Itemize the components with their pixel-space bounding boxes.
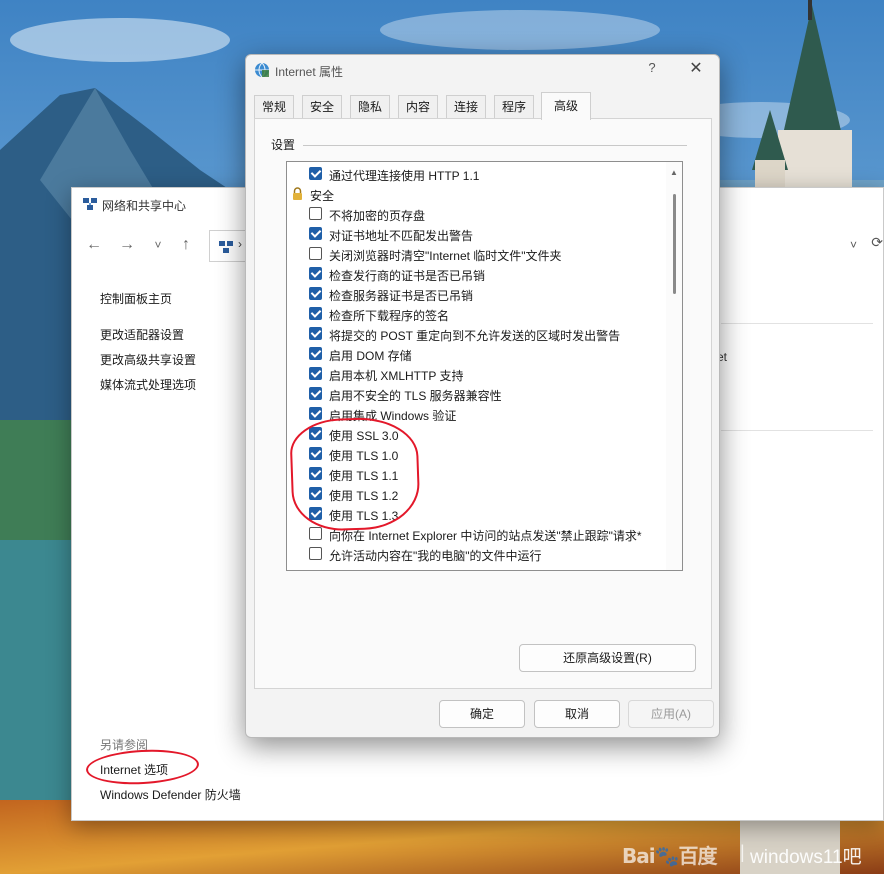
checkbox-checked[interactable]: [309, 347, 322, 360]
setting-label: 向你在 Internet Explorer 中访问的站点发送"禁止跟踪"请求*: [329, 529, 642, 543]
setting-label: 使用 TLS 1.1: [329, 469, 399, 483]
apply-button[interactable]: 应用(A): [628, 700, 714, 728]
checkbox-unchecked[interactable]: [309, 247, 322, 260]
setting-label: 安全: [310, 189, 335, 203]
tab-security[interactable]: 安全: [302, 95, 342, 119]
checkbox-checked[interactable]: [309, 227, 322, 240]
tab-privacy[interactable]: 隐私: [350, 95, 390, 119]
sidebar-link-control-panel-home[interactable]: 控制面板主页: [100, 290, 172, 307]
tab-programs[interactable]: 程序: [494, 95, 534, 119]
checkbox-checked[interactable]: [309, 507, 322, 520]
setting-label: 不将加密的页存盘: [329, 209, 426, 223]
scrollbar-thumb[interactable]: [673, 194, 676, 294]
setting-label: 使用 TLS 1.3: [329, 509, 399, 523]
close-button[interactable]: ✕: [687, 58, 705, 78]
restore-advanced-settings-button[interactable]: 还原高级设置(R): [519, 644, 696, 672]
setting-label: 使用 SSL 3.0: [329, 429, 399, 443]
tab-content[interactable]: 内容: [398, 95, 438, 119]
ok-button[interactable]: 确定: [439, 700, 525, 728]
network-icon: [219, 241, 233, 253]
checkbox-checked[interactable]: [309, 167, 322, 180]
checkbox-checked[interactable]: [309, 327, 322, 340]
checkbox-unchecked[interactable]: [309, 527, 322, 540]
window-title: 网络和共享中心: [102, 199, 187, 213]
divider: [721, 430, 873, 431]
setting-label: 通过代理连接使用 HTTP 1.1: [329, 169, 480, 183]
setting-label: 启用本机 XMLHTTP 支持: [329, 369, 464, 383]
help-button[interactable]: ?: [644, 60, 660, 75]
setting-label: 使用 TLS 1.0: [329, 449, 399, 463]
checkbox-unchecked[interactable]: [309, 547, 322, 560]
checkbox-checked[interactable]: [309, 427, 322, 440]
checkbox-checked[interactable]: [309, 307, 322, 320]
tab-general[interactable]: 常规: [254, 95, 294, 119]
watermark-site-name: windows11吧: [750, 847, 862, 868]
address-dropdown-chevron-icon[interactable]: ˅: [850, 238, 857, 252]
refresh-icon[interactable]: ⟳: [871, 234, 883, 251]
setting-label: 允许活动内容在"我的电脑"的文件中运行: [329, 549, 542, 563]
settings-scrollbar[interactable]: ▲: [666, 162, 682, 570]
setting-label: 检查发行商的证书是否已吊销: [329, 269, 486, 283]
group-divider: [303, 145, 687, 146]
setting-label: 启用不安全的 TLS 服务器兼容性: [329, 389, 502, 403]
checkbox-unchecked[interactable]: [309, 207, 322, 220]
watermark-separator: |: [740, 842, 745, 862]
checkbox-checked[interactable]: [309, 447, 322, 460]
lock-icon: [293, 187, 302, 200]
recent-locations-chevron-icon[interactable]: ˅: [148, 236, 168, 254]
tab-advanced[interactable]: 高级: [541, 92, 591, 120]
tab-connections[interactable]: 连接: [446, 95, 486, 119]
settings-group-label: 设置: [271, 138, 296, 152]
checkbox-checked[interactable]: [309, 387, 322, 400]
dialog-titlebar: Internet 属性 ? ✕: [246, 55, 719, 85]
setting-label: 启用 DOM 存储: [329, 349, 412, 363]
setting-label: 启用集成 Windows 验证: [329, 409, 457, 423]
address-bar[interactable]: ›: [209, 230, 249, 262]
advanced-tab-panel: 设置 通过代理连接使用 HTTP 1.1 安全不将加密的页存盘对证书地址不匹配发出…: [254, 118, 712, 689]
checkbox-checked[interactable]: [309, 267, 322, 280]
network-icon: [83, 198, 97, 210]
setting-label: 关闭浏览器时清空"Internet 临时文件"文件夹: [329, 249, 562, 263]
settings-tree-list[interactable]: 通过代理连接使用 HTTP 1.1 安全不将加密的页存盘对证书地址不匹配发出警告关…: [286, 161, 683, 571]
checkbox-checked[interactable]: [309, 367, 322, 380]
breadcrumb-chevron-icon[interactable]: ›: [238, 237, 242, 251]
setting-label: 使用 TLS 1.2: [329, 489, 399, 503]
sidebar-link-change-adapter-settings[interactable]: 更改适配器设置: [100, 326, 184, 343]
dialog-title: Internet 属性: [275, 65, 344, 79]
checkbox-checked[interactable]: [309, 487, 322, 500]
sidebar-link-media-streaming-options[interactable]: 媒体流式处理选项: [100, 376, 196, 393]
cancel-button[interactable]: 取消: [534, 700, 620, 728]
checkbox-checked[interactable]: [309, 287, 322, 300]
divider: [721, 323, 873, 324]
checkbox-checked[interactable]: [309, 407, 322, 420]
back-arrow-icon[interactable]: ←: [84, 236, 104, 254]
up-arrow-icon[interactable]: ↑: [176, 236, 196, 254]
sidebar-link-advanced-sharing-settings[interactable]: 更改高级共享设置: [100, 351, 196, 368]
setting-label: 将提交的 POST 重定向到不允许发送的区域时发出警告: [329, 329, 621, 343]
internet-globe-icon: [255, 62, 269, 78]
checkbox-checked[interactable]: [309, 467, 322, 480]
windows-defender-firewall-link[interactable]: Windows Defender 防火墙: [100, 786, 241, 803]
internet-properties-dialog: Internet 属性 ? ✕ 常规 安全 隐私 内容 连接 程序 高级 设置 …: [245, 54, 720, 738]
tab-strip: 常规 安全 隐私 内容 连接 程序 高级: [254, 92, 711, 120]
setting-label: 检查服务器证书是否已吊销: [329, 289, 474, 303]
baidu-logo: Bai🐾百度: [622, 844, 717, 868]
setting-label: 对证书地址不匹配发出警告: [329, 229, 474, 243]
setting-label: 检查所下载程序的签名: [329, 309, 450, 323]
red-annotation-circle: [85, 747, 200, 787]
scroll-up-arrow-icon[interactable]: ▲: [670, 168, 678, 177]
forward-arrow-icon[interactable]: →: [117, 236, 137, 254]
